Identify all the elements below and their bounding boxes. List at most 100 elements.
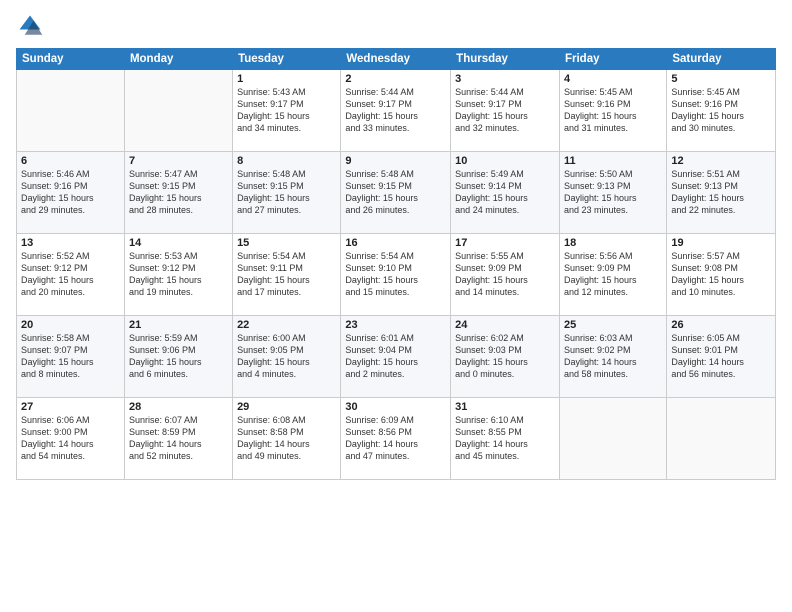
logo-icon bbox=[16, 12, 44, 40]
day-number: 5 bbox=[671, 73, 771, 85]
calendar-week-5: 27Sunrise: 6:06 AM Sunset: 9:00 PM Dayli… bbox=[17, 398, 776, 480]
calendar-cell: 3Sunrise: 5:44 AM Sunset: 9:17 PM Daylig… bbox=[451, 70, 560, 152]
day-info: Sunrise: 5:51 AM Sunset: 9:13 PM Dayligh… bbox=[671, 168, 771, 217]
day-number: 18 bbox=[564, 237, 662, 249]
header bbox=[16, 12, 776, 40]
calendar-week-3: 13Sunrise: 5:52 AM Sunset: 9:12 PM Dayli… bbox=[17, 234, 776, 316]
day-info: Sunrise: 5:48 AM Sunset: 9:15 PM Dayligh… bbox=[237, 168, 336, 217]
day-info: Sunrise: 5:58 AM Sunset: 9:07 PM Dayligh… bbox=[21, 332, 120, 381]
calendar-week-2: 6Sunrise: 5:46 AM Sunset: 9:16 PM Daylig… bbox=[17, 152, 776, 234]
calendar-cell bbox=[559, 398, 666, 480]
calendar-cell: 28Sunrise: 6:07 AM Sunset: 8:59 PM Dayli… bbox=[124, 398, 232, 480]
day-number: 30 bbox=[345, 401, 446, 413]
calendar-cell: 7Sunrise: 5:47 AM Sunset: 9:15 PM Daylig… bbox=[124, 152, 232, 234]
col-header-tuesday: Tuesday bbox=[233, 49, 341, 70]
calendar-cell: 14Sunrise: 5:53 AM Sunset: 9:12 PM Dayli… bbox=[124, 234, 232, 316]
calendar-table: SundayMondayTuesdayWednesdayThursdayFrid… bbox=[16, 48, 776, 480]
day-info: Sunrise: 5:56 AM Sunset: 9:09 PM Dayligh… bbox=[564, 250, 662, 299]
day-number: 28 bbox=[129, 401, 228, 413]
day-number: 14 bbox=[129, 237, 228, 249]
day-info: Sunrise: 6:03 AM Sunset: 9:02 PM Dayligh… bbox=[564, 332, 662, 381]
day-info: Sunrise: 5:45 AM Sunset: 9:16 PM Dayligh… bbox=[671, 86, 771, 135]
calendar-cell: 15Sunrise: 5:54 AM Sunset: 9:11 PM Dayli… bbox=[233, 234, 341, 316]
calendar-cell: 9Sunrise: 5:48 AM Sunset: 9:15 PM Daylig… bbox=[341, 152, 451, 234]
logo bbox=[16, 12, 48, 40]
day-info: Sunrise: 6:09 AM Sunset: 8:56 PM Dayligh… bbox=[345, 414, 446, 463]
day-info: Sunrise: 5:44 AM Sunset: 9:17 PM Dayligh… bbox=[345, 86, 446, 135]
day-info: Sunrise: 6:05 AM Sunset: 9:01 PM Dayligh… bbox=[671, 332, 771, 381]
calendar-cell: 22Sunrise: 6:00 AM Sunset: 9:05 PM Dayli… bbox=[233, 316, 341, 398]
calendar-cell: 8Sunrise: 5:48 AM Sunset: 9:15 PM Daylig… bbox=[233, 152, 341, 234]
day-number: 7 bbox=[129, 155, 228, 167]
calendar-header-row: SundayMondayTuesdayWednesdayThursdayFrid… bbox=[17, 49, 776, 70]
calendar-cell: 27Sunrise: 6:06 AM Sunset: 9:00 PM Dayli… bbox=[17, 398, 125, 480]
day-number: 16 bbox=[345, 237, 446, 249]
day-info: Sunrise: 5:46 AM Sunset: 9:16 PM Dayligh… bbox=[21, 168, 120, 217]
calendar-cell: 1Sunrise: 5:43 AM Sunset: 9:17 PM Daylig… bbox=[233, 70, 341, 152]
calendar-cell: 24Sunrise: 6:02 AM Sunset: 9:03 PM Dayli… bbox=[451, 316, 560, 398]
calendar-cell: 17Sunrise: 5:55 AM Sunset: 9:09 PM Dayli… bbox=[451, 234, 560, 316]
calendar-cell: 4Sunrise: 5:45 AM Sunset: 9:16 PM Daylig… bbox=[559, 70, 666, 152]
calendar-cell: 25Sunrise: 6:03 AM Sunset: 9:02 PM Dayli… bbox=[559, 316, 666, 398]
day-info: Sunrise: 5:50 AM Sunset: 9:13 PM Dayligh… bbox=[564, 168, 662, 217]
col-header-saturday: Saturday bbox=[667, 49, 776, 70]
calendar-cell: 16Sunrise: 5:54 AM Sunset: 9:10 PM Dayli… bbox=[341, 234, 451, 316]
day-number: 25 bbox=[564, 319, 662, 331]
calendar-cell: 6Sunrise: 5:46 AM Sunset: 9:16 PM Daylig… bbox=[17, 152, 125, 234]
calendar-week-1: 1Sunrise: 5:43 AM Sunset: 9:17 PM Daylig… bbox=[17, 70, 776, 152]
day-number: 26 bbox=[671, 319, 771, 331]
calendar-cell bbox=[667, 398, 776, 480]
day-number: 24 bbox=[455, 319, 555, 331]
day-info: Sunrise: 6:08 AM Sunset: 8:58 PM Dayligh… bbox=[237, 414, 336, 463]
day-info: Sunrise: 5:45 AM Sunset: 9:16 PM Dayligh… bbox=[564, 86, 662, 135]
day-info: Sunrise: 6:02 AM Sunset: 9:03 PM Dayligh… bbox=[455, 332, 555, 381]
day-number: 1 bbox=[237, 73, 336, 85]
day-info: Sunrise: 5:57 AM Sunset: 9:08 PM Dayligh… bbox=[671, 250, 771, 299]
calendar-cell: 11Sunrise: 5:50 AM Sunset: 9:13 PM Dayli… bbox=[559, 152, 666, 234]
day-number: 11 bbox=[564, 155, 662, 167]
calendar-cell: 13Sunrise: 5:52 AM Sunset: 9:12 PM Dayli… bbox=[17, 234, 125, 316]
day-number: 31 bbox=[455, 401, 555, 413]
day-number: 13 bbox=[21, 237, 120, 249]
calendar-cell: 19Sunrise: 5:57 AM Sunset: 9:08 PM Dayli… bbox=[667, 234, 776, 316]
day-number: 20 bbox=[21, 319, 120, 331]
calendar-cell: 12Sunrise: 5:51 AM Sunset: 9:13 PM Dayli… bbox=[667, 152, 776, 234]
day-info: Sunrise: 6:07 AM Sunset: 8:59 PM Dayligh… bbox=[129, 414, 228, 463]
day-info: Sunrise: 6:06 AM Sunset: 9:00 PM Dayligh… bbox=[21, 414, 120, 463]
day-number: 12 bbox=[671, 155, 771, 167]
calendar-week-4: 20Sunrise: 5:58 AM Sunset: 9:07 PM Dayli… bbox=[17, 316, 776, 398]
day-info: Sunrise: 6:00 AM Sunset: 9:05 PM Dayligh… bbox=[237, 332, 336, 381]
day-info: Sunrise: 6:01 AM Sunset: 9:04 PM Dayligh… bbox=[345, 332, 446, 381]
col-header-thursday: Thursday bbox=[451, 49, 560, 70]
day-number: 8 bbox=[237, 155, 336, 167]
day-number: 27 bbox=[21, 401, 120, 413]
day-number: 6 bbox=[21, 155, 120, 167]
day-info: Sunrise: 5:52 AM Sunset: 9:12 PM Dayligh… bbox=[21, 250, 120, 299]
calendar-cell: 23Sunrise: 6:01 AM Sunset: 9:04 PM Dayli… bbox=[341, 316, 451, 398]
col-header-sunday: Sunday bbox=[17, 49, 125, 70]
day-info: Sunrise: 5:44 AM Sunset: 9:17 PM Dayligh… bbox=[455, 86, 555, 135]
day-number: 29 bbox=[237, 401, 336, 413]
day-info: Sunrise: 5:47 AM Sunset: 9:15 PM Dayligh… bbox=[129, 168, 228, 217]
day-number: 4 bbox=[564, 73, 662, 85]
calendar-cell: 26Sunrise: 6:05 AM Sunset: 9:01 PM Dayli… bbox=[667, 316, 776, 398]
calendar-cell: 2Sunrise: 5:44 AM Sunset: 9:17 PM Daylig… bbox=[341, 70, 451, 152]
day-number: 17 bbox=[455, 237, 555, 249]
day-info: Sunrise: 5:43 AM Sunset: 9:17 PM Dayligh… bbox=[237, 86, 336, 135]
calendar-cell: 10Sunrise: 5:49 AM Sunset: 9:14 PM Dayli… bbox=[451, 152, 560, 234]
day-number: 9 bbox=[345, 155, 446, 167]
day-number: 22 bbox=[237, 319, 336, 331]
calendar-cell: 5Sunrise: 5:45 AM Sunset: 9:16 PM Daylig… bbox=[667, 70, 776, 152]
day-number: 15 bbox=[237, 237, 336, 249]
col-header-friday: Friday bbox=[559, 49, 666, 70]
calendar-cell: 18Sunrise: 5:56 AM Sunset: 9:09 PM Dayli… bbox=[559, 234, 666, 316]
day-info: Sunrise: 5:54 AM Sunset: 9:11 PM Dayligh… bbox=[237, 250, 336, 299]
calendar-cell: 30Sunrise: 6:09 AM Sunset: 8:56 PM Dayli… bbox=[341, 398, 451, 480]
calendar-cell: 31Sunrise: 6:10 AM Sunset: 8:55 PM Dayli… bbox=[451, 398, 560, 480]
day-info: Sunrise: 5:49 AM Sunset: 9:14 PM Dayligh… bbox=[455, 168, 555, 217]
day-number: 19 bbox=[671, 237, 771, 249]
col-header-wednesday: Wednesday bbox=[341, 49, 451, 70]
day-number: 2 bbox=[345, 73, 446, 85]
day-info: Sunrise: 5:48 AM Sunset: 9:15 PM Dayligh… bbox=[345, 168, 446, 217]
day-info: Sunrise: 6:10 AM Sunset: 8:55 PM Dayligh… bbox=[455, 414, 555, 463]
